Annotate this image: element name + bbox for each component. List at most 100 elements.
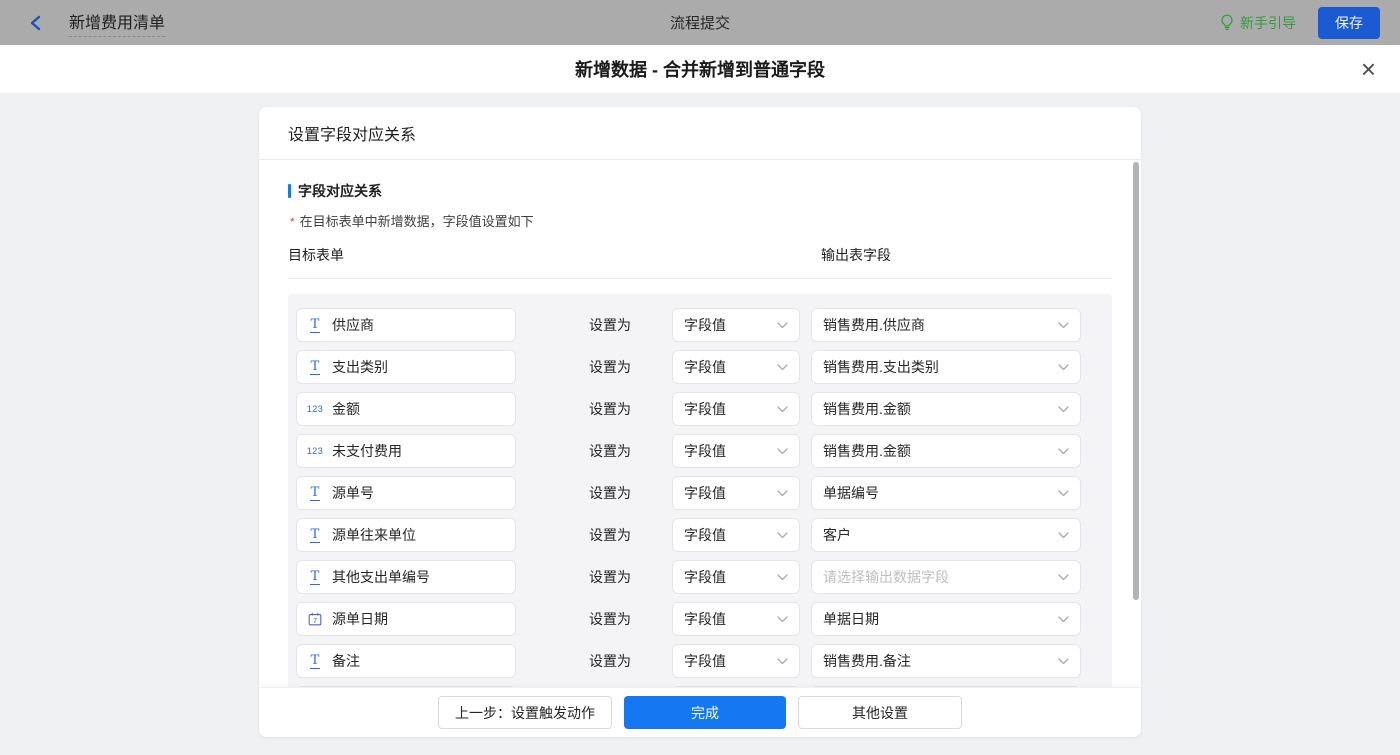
method-select-value: 字段值 [684,359,726,375]
chevron-down-icon [1058,573,1069,580]
output-select[interactable]: 销售费用.支出类别 [811,350,1081,384]
set-as-label: 设置为 [589,359,631,375]
method-select-value: 字段值 [684,485,726,501]
method-select[interactable]: 字段值 [672,560,800,594]
chevron-down-icon [777,447,788,454]
date-field-icon: 7 [307,612,323,626]
method-select[interactable]: 字段值 [672,392,800,426]
chevron-down-icon [777,321,788,328]
output-select[interactable]: 销售费用.金额 [811,392,1081,426]
output-select[interactable]: 请选择输出数据字段 [811,560,1081,594]
chevron-down-icon [1058,657,1069,664]
method-select-value: 字段值 [684,569,726,585]
chevron-down-icon [1058,363,1069,370]
section-heading: 字段对应关系 [288,181,1112,201]
text-field-icon: T [309,358,321,375]
svg-text:7: 7 [313,616,317,625]
chevron-down-icon [1058,531,1069,538]
target-field-box[interactable]: T 123 7 支出类别 [296,350,516,384]
mapping-row: T 123 7 未支付费用 设置为 字段值 销售费用.金额 [296,434,1104,468]
output-select-value: 客户 [823,527,851,543]
chevron-down-icon [777,657,788,664]
beginner-guide-link[interactable]: 新手引导 [1220,13,1296,33]
output-select-value: 请选择输出数据字段 [823,569,949,585]
output-select-value: 销售费用.供应商 [823,317,925,333]
mapping-row: T 123 7 源单日期 设置为 字段值 单据日期 [296,602,1104,636]
column-output-field: 输出表字段 [821,247,891,263]
text-field-icon: T [309,484,321,501]
modal-header: 新增数据 - 合并新增到普通字段 × [0,45,1400,93]
method-select-value: 字段值 [684,611,726,627]
page-title: 流程提交 [669,15,730,32]
set-as-label: 设置为 [589,653,631,669]
mapping-row: T 123 7 源单往来单位 设置为 字段值 客户 [296,518,1104,552]
app-topbar: 新增费用清单 流程提交 新手引导 保存 [0,0,1400,45]
save-button[interactable]: 保存 [1318,6,1380,39]
section-title-text: 字段对应关系 [298,183,382,199]
prev-step-button[interactable]: 上一步：设置触发动作 [438,696,612,729]
method-select[interactable]: 字段值 [672,350,800,384]
output-select-value: 单据编号 [823,485,879,501]
card-header-title: 设置字段对应关系 [259,107,1141,160]
target-field-box[interactable]: T 123 7 源单日期 [296,602,516,636]
target-field-label: 其他支出单编号 [332,569,430,585]
output-select[interactable]: 单据日期 [811,602,1081,636]
mapping-row: T 123 7 支出类别 设置为 字段值 销售费用.支出类别 [296,350,1104,384]
chevron-left-icon [30,15,41,30]
target-field-box[interactable]: T 123 7 备注 [296,644,516,678]
beginner-guide-label: 新手引导 [1240,14,1296,31]
field-mapping-list: T 123 7 供应商 设置为 字段值 销售费用.供应商 [288,294,1112,687]
done-button[interactable]: 完成 [624,696,786,729]
target-field-box[interactable]: T 123 7 金额 [296,392,516,426]
target-field-box[interactable]: T 123 7 源单号 [296,476,516,510]
vertical-scrollbar[interactable] [1133,162,1139,600]
target-field-box[interactable]: T 123 7 其他支出单编号 [296,560,516,594]
output-select[interactable]: 客户 [811,518,1081,552]
output-select-value: 销售费用.支出类别 [823,359,939,375]
number-field-icon: 123 [306,404,324,414]
chevron-down-icon [777,363,788,370]
chevron-down-icon [1058,405,1069,412]
workflow-title[interactable]: 新增费用清单 [69,9,166,37]
output-select[interactable]: 单据编号 [811,476,1081,510]
chevron-down-icon [777,531,788,538]
method-select[interactable]: 字段值 [672,476,800,510]
card-scroll-area: 字段对应关系 * 在目标表单中新增数据，字段值设置如下 目标表单 输出表字段 T … [259,160,1141,687]
text-field-icon: T [309,316,321,333]
modal-title: 新增数据 - 合并新增到普通字段 [575,60,825,80]
target-field-label: 备注 [332,653,360,669]
target-field-box[interactable]: T 123 7 源单往来单位 [296,518,516,552]
output-select[interactable]: 销售费用.金额 [811,434,1081,468]
set-as-label: 设置为 [589,527,631,543]
target-field-label: 源单日期 [332,611,388,627]
field-mapping-card: 设置字段对应关系 字段对应关系 * 在目标表单中新增数据，字段值设置如下 目标表单… [259,107,1141,737]
other-settings-button[interactable]: 其他设置 [798,696,962,729]
chevron-down-icon [777,573,788,580]
method-select[interactable]: 字段值 [672,644,800,678]
close-icon[interactable]: × [1361,56,1376,82]
chevron-down-icon [1058,489,1069,496]
target-field-label: 未支付费用 [332,443,402,459]
output-select-value: 销售费用.金额 [823,401,911,417]
output-select[interactable]: 销售费用.备注 [811,644,1081,678]
chevron-down-icon [1058,447,1069,454]
modal-body: 设置字段对应关系 字段对应关系 * 在目标表单中新增数据，字段值设置如下 目标表单… [0,93,1400,755]
target-field-box[interactable]: T 123 7 未支付费用 [296,434,516,468]
output-select-value: 单据日期 [823,611,879,627]
back-button[interactable] [28,14,44,32]
output-select-value: 销售费用.金额 [823,443,911,459]
method-select[interactable]: 字段值 [672,308,800,342]
target-field-label: 源单往来单位 [332,527,416,543]
set-as-label: 设置为 [589,485,631,501]
method-select[interactable]: 字段值 [672,602,800,636]
column-headers: 目标表单 输出表字段 [288,245,1112,279]
method-select-value: 字段值 [684,401,726,417]
output-select[interactable]: 销售费用.供应商 [811,308,1081,342]
target-field-label: 供应商 [332,317,374,333]
method-select[interactable]: 字段值 [672,518,800,552]
target-field-box[interactable]: T 123 7 供应商 [296,308,516,342]
target-field-label: 源单号 [332,485,374,501]
set-as-label: 设置为 [589,401,631,417]
method-select-value: 字段值 [684,317,726,333]
method-select[interactable]: 字段值 [672,434,800,468]
